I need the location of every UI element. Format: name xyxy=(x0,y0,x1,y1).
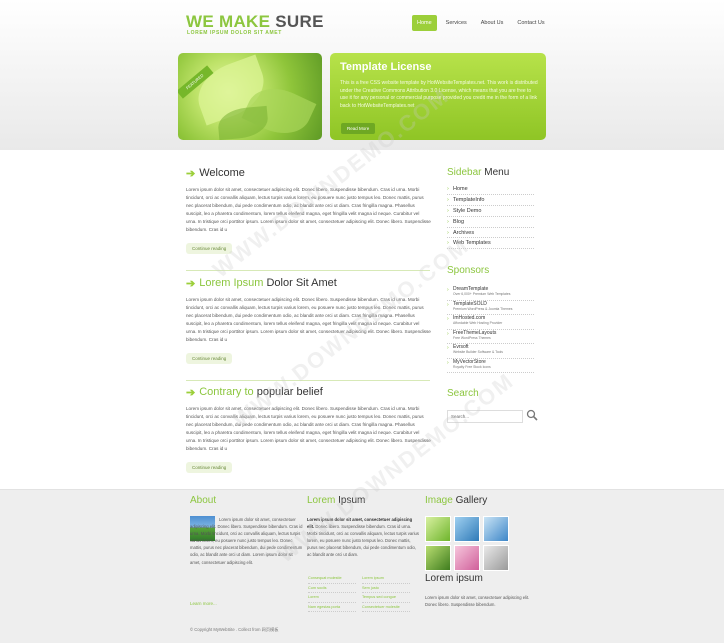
footer-link[interactable]: Sem justo xyxy=(362,584,410,593)
page: WE MAKE SURE LOREM IPSUM DOLOR SIT AMET … xyxy=(0,0,724,643)
nav-about-us[interactable]: About Us xyxy=(476,15,509,31)
post-welcome: ➔ Welcome Lorem ipsum dolor sit amet, co… xyxy=(186,166,431,255)
nav-services[interactable]: Services xyxy=(441,15,472,31)
banner-title: Template License xyxy=(340,61,432,73)
site-logo[interactable]: WE MAKE SURE xyxy=(186,12,324,32)
post-body: Lorem ipsum dolor sit amet, consectetuer… xyxy=(186,187,431,232)
sponsors-title: Sponsors xyxy=(447,265,489,276)
sponsor-desc: Website Builder Software & Tools xyxy=(453,350,504,354)
sidebar-item-templateinfo[interactable]: TemplateInfo xyxy=(447,195,534,206)
search-title-text: Search xyxy=(447,388,479,399)
sidebar-menu: Home TemplateInfo Style Demo Blog Archiv… xyxy=(447,184,534,250)
search-icon[interactable] xyxy=(526,409,538,421)
post-title-rest: Dolor Sit Amet xyxy=(266,277,337,289)
sponsors-title-text: Sponsors xyxy=(447,265,490,276)
sidebar-item-web-templates[interactable]: Web Templates xyxy=(447,238,534,250)
logo-part1: WE MAKE xyxy=(186,12,271,31)
post-title-highlight: Lorem Ipsum xyxy=(199,277,264,289)
footer-link[interactable]: Cum sociis xyxy=(308,584,356,593)
lorem-text-body: Donec libero. Suspendisse bibendum. Cras… xyxy=(307,524,419,558)
sponsor-desc: Over 6,000+ Premium Web Templates xyxy=(453,292,511,296)
site-tagline: LOREM IPSUM DOLOR SIT AMET xyxy=(187,30,282,36)
sidebar-menu-title: Sidebar Menu xyxy=(447,167,509,178)
learn-more-link[interactable]: Learn more... xyxy=(190,601,217,606)
sponsors-list: DreamTemplateOver 6,000+ Premium Web Tem… xyxy=(447,286,534,373)
gallery-thumb[interactable] xyxy=(483,545,509,571)
sponsor-item[interactable]: MyVectorStoreRoyalty Free Stock Icons xyxy=(447,359,534,373)
banner-text: This is a free CSS website template by H… xyxy=(340,80,538,109)
arrow-icon: ➔ xyxy=(186,386,196,399)
post-body: Lorem ipsum dolor sit amet, consectetuer… xyxy=(186,297,431,342)
lorem-title-rest: Ipsum xyxy=(338,495,366,506)
sponsor-item[interactable]: FreeThemeLayoutsFree WordPress Themes xyxy=(447,330,534,344)
gallery-thumb[interactable] xyxy=(454,545,480,571)
continue-reading-button[interactable]: Continue reading xyxy=(186,353,233,365)
footer-link[interactable]: Lorem xyxy=(308,593,356,603)
post-title-rest: Welcome xyxy=(199,167,245,179)
sponsor-desc: Royalty Free Stock Icons xyxy=(453,364,491,369)
search-input[interactable]: Search... xyxy=(447,410,523,423)
footer xyxy=(0,489,724,643)
post-contrary: ➔ Contrary to popular belief Lorem ipsum… xyxy=(186,385,431,474)
sidebar-title-rest: Menu xyxy=(484,167,510,178)
footer-link[interactable]: Tempus sed congue xyxy=(362,593,410,603)
nav-home[interactable]: Home xyxy=(412,15,437,31)
footer-link[interactable]: Nam egestas porta xyxy=(308,603,356,612)
logo-part2: SURE xyxy=(275,12,324,31)
sponsor-item[interactable]: ImHosted.comAffordable Web Hosting Provi… xyxy=(447,315,534,330)
sidebar-item-blog[interactable]: Blog xyxy=(447,217,534,228)
gallery-thumb[interactable] xyxy=(425,545,451,571)
sponsor-item[interactable]: TemplateSOLDPremium WordPress & Joomla T… xyxy=(447,301,534,315)
sidebar-item-style-demo[interactable]: Style Demo xyxy=(447,206,534,217)
sponsor-desc: Premium WordPress & Joomla Themes xyxy=(453,306,513,311)
nav-contact-us[interactable]: Contact Us xyxy=(512,15,549,31)
arrow-icon: ➔ xyxy=(186,277,196,290)
sidebar-item-home[interactable]: Home xyxy=(447,184,534,195)
sponsor-desc: Affordable Web Hosting Provider xyxy=(453,321,503,325)
copyright-text: © Copyright MyWebSite . Collect from 网页模… xyxy=(190,627,279,632)
post-divider xyxy=(186,270,430,271)
gallery-thumb[interactable] xyxy=(454,516,480,542)
footer-gallery-title: Image Gallery xyxy=(425,495,487,506)
about-title-text: About xyxy=(190,495,217,506)
footer-links-col2: Lorem ipsum Sem justo Tempus sed congue … xyxy=(362,574,410,612)
post-title[interactable]: Lorem Ipsum Dolor Sit Amet xyxy=(199,277,337,289)
search-title: Search xyxy=(447,388,479,399)
about-text: Lorem ipsum dolor sit amet, consectetuer… xyxy=(190,517,303,565)
gallery-thumb[interactable] xyxy=(483,516,509,542)
post-lorem-ipsum: ➔ Lorem Ipsum Dolor Sit Amet Lorem ipsum… xyxy=(186,276,431,365)
post-divider xyxy=(186,380,430,381)
continue-reading-button[interactable]: Continue reading xyxy=(186,462,233,474)
sidebar-title-highlight: Sidebar xyxy=(447,167,482,178)
post-title-rest: popular belief xyxy=(256,386,323,398)
post-body: Lorem ipsum dolor sit amet, consectetuer… xyxy=(186,406,431,451)
sponsor-desc: Free WordPress Themes xyxy=(453,335,491,340)
footer-link[interactable]: Consequat molestie xyxy=(308,574,356,584)
footer-lorem-title: Lorem Ipsum xyxy=(307,495,365,506)
lorem-text: Lorem ipsum dolor sit amet, consectetuer… xyxy=(307,516,419,559)
banner-leaf-image: FEATURED xyxy=(178,53,322,140)
footer-link[interactable]: Consectetuer molestie xyxy=(362,603,410,612)
gallery-title-rest: Gallery xyxy=(455,495,488,506)
sponsor-item[interactable]: EvrsoftWebsite Builder Software & Tools xyxy=(447,344,534,359)
gallery-subtitle: Lorem ipsum xyxy=(425,573,483,584)
main-nav: Home Services About Us Contact Us xyxy=(412,15,550,31)
post-title[interactable]: Welcome xyxy=(199,167,245,179)
gallery-thumb[interactable] xyxy=(425,516,451,542)
footer-link[interactable]: Lorem ipsum xyxy=(362,574,410,584)
lorem-title-highlight: Lorem xyxy=(307,495,336,506)
footer-links-col1: Consequat molestie Cum sociis Lorem Nam … xyxy=(308,574,356,612)
post-title[interactable]: Contrary to popular belief xyxy=(199,386,323,398)
sidebar-item-archives[interactable]: Archives xyxy=(447,228,534,239)
continue-reading-button[interactable]: Continue reading xyxy=(186,243,233,255)
read-more-button[interactable]: Read More xyxy=(341,123,376,134)
gallery-text: Lorem ipsum dolor sit amet, consectetuer… xyxy=(425,595,530,608)
post-title-highlight: Contrary to xyxy=(199,386,254,398)
arrow-icon: ➔ xyxy=(186,167,196,180)
gallery-title-highlight: Image xyxy=(425,495,453,506)
sponsor-item[interactable]: DreamTemplateOver 6,000+ Premium Web Tem… xyxy=(447,286,534,301)
footer-about-title: About xyxy=(190,495,216,506)
